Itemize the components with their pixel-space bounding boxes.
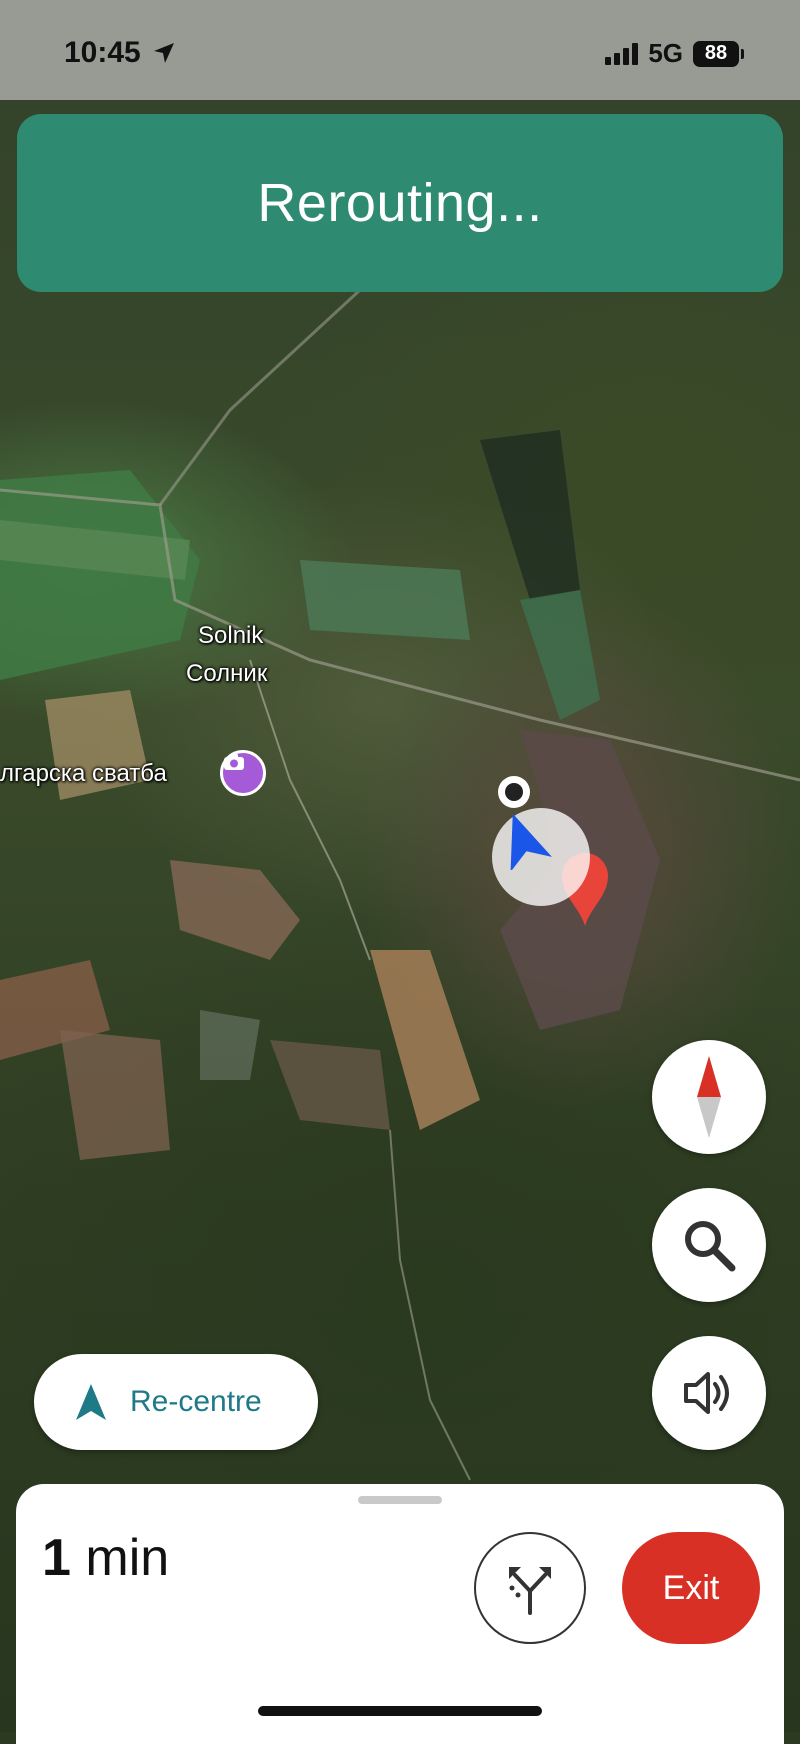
eta: 1 min: [42, 1528, 169, 1588]
location-arrow-icon: [154, 43, 175, 63]
compass-icon: [697, 1056, 721, 1138]
battery-icon: 88: [693, 40, 739, 67]
current-location-icon: [492, 808, 590, 906]
recentre-button[interactable]: Re-centre: [34, 1354, 318, 1450]
alternate-routes-button[interactable]: [474, 1532, 586, 1644]
home-indicator[interactable]: [258, 1706, 542, 1716]
status-time: 10:45: [64, 36, 175, 70]
battery-tip: [741, 48, 744, 59]
eta-unit: min: [85, 1529, 170, 1587]
recentre-label: Re-centre: [130, 1385, 262, 1418]
search-button[interactable]: [652, 1188, 766, 1302]
navigation-arrow-icon: [76, 1384, 106, 1420]
poi-camera-icon[interactable]: [220, 750, 266, 796]
route-start-marker-icon: [498, 776, 530, 808]
compass-button[interactable]: [652, 1040, 766, 1154]
network-type: 5G: [648, 38, 683, 68]
search-icon: [685, 1221, 736, 1272]
sheet-drag-handle[interactable]: [358, 1496, 442, 1504]
alternate-routes-icon: [509, 1567, 551, 1615]
volume-icon: [684, 1372, 729, 1414]
sound-button[interactable]: [652, 1336, 766, 1450]
banner-text: Rerouting...: [257, 173, 543, 233]
status-bar: 10:45 5G 88: [0, 0, 800, 100]
bottom-sheet[interactable]: 1 min Exit: [16, 1484, 784, 1744]
rerouting-banner: Rerouting...: [17, 114, 783, 292]
place-name-cyrillic: Солник: [186, 660, 268, 687]
signal-icon: [605, 42, 639, 65]
exit-button[interactable]: Exit: [622, 1532, 760, 1644]
eta-value: 1: [42, 1529, 71, 1587]
place-name-latin: Solnik: [198, 622, 264, 649]
poi-label[interactable]: лгарска сватба: [0, 760, 167, 788]
